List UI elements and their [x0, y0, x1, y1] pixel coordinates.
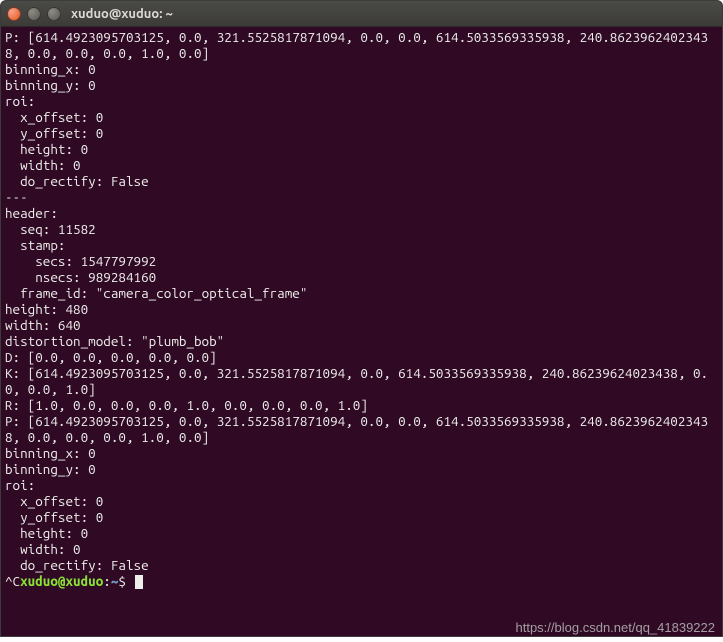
terminal-body[interactable]: P: [614.4923095703125, 0.0, 321.55258178…	[1, 27, 722, 636]
output-line: ---	[5, 189, 28, 205]
output-line: height: 0	[5, 141, 88, 157]
output-line: seq: 11582	[5, 221, 96, 237]
output-line: frame_id: "camera_color_optical_frame"	[5, 285, 307, 301]
maximize-icon[interactable]	[47, 7, 61, 21]
output-line: R: [1.0, 0.0, 0.0, 0.0, 1.0, 0.0, 0.0, 0…	[5, 397, 368, 413]
prompt-colon: :	[103, 573, 111, 589]
window-title: xuduo@xuduo: ~	[71, 6, 173, 22]
window-titlebar[interactable]: xuduo@xuduo: ~	[1, 1, 722, 27]
output-line: roi:	[5, 477, 35, 493]
output-line: binning_x: 0	[5, 61, 96, 77]
output-line: do_rectify: False	[5, 173, 149, 189]
output-line: secs: 1547797992	[5, 253, 156, 269]
output-line: width: 0	[5, 157, 81, 173]
output-line: nsecs: 989284160	[5, 269, 156, 285]
output-line: P: [614.4923095703125, 0.0, 321.55258178…	[5, 413, 708, 445]
output-line: x_offset: 0	[5, 109, 103, 125]
output-line: P: [614.4923095703125, 0.0, 321.55258178…	[5, 29, 708, 61]
output-line: width: 640	[5, 317, 81, 333]
output-line: K: [614.4923095703125, 0.0, 321.55258178…	[5, 365, 708, 397]
output-line: distortion_model: "plumb_bob"	[5, 333, 224, 349]
prompt-dollar: $	[118, 573, 133, 589]
close-icon[interactable]	[7, 7, 21, 21]
output-line: D: [0.0, 0.0, 0.0, 0.0, 0.0]	[5, 349, 217, 365]
output-line: stamp:	[5, 237, 66, 253]
output-line: width: 0	[5, 541, 81, 557]
interrupt-signal: ^C	[5, 573, 20, 589]
minimize-icon[interactable]	[27, 7, 41, 21]
terminal-window: xuduo@xuduo: ~ P: [614.4923095703125, 0.…	[0, 0, 723, 637]
output-line: y_offset: 0	[5, 125, 103, 141]
output-line: binning_y: 0	[5, 461, 96, 477]
prompt-user-host: xuduo@xuduo	[20, 573, 103, 589]
output-line: roi:	[5, 93, 35, 109]
output-line: binning_x: 0	[5, 445, 96, 461]
output-line: header:	[5, 205, 58, 221]
cursor-icon	[135, 575, 143, 589]
output-line: height: 0	[5, 525, 88, 541]
output-line: do_rectify: False	[5, 557, 149, 573]
output-line: binning_y: 0	[5, 77, 96, 93]
watermark-text: https://blog.csdn.net/qq_41839222	[516, 620, 716, 636]
output-line: x_offset: 0	[5, 493, 103, 509]
output-line: height: 480	[5, 301, 88, 317]
output-line: y_offset: 0	[5, 509, 103, 525]
